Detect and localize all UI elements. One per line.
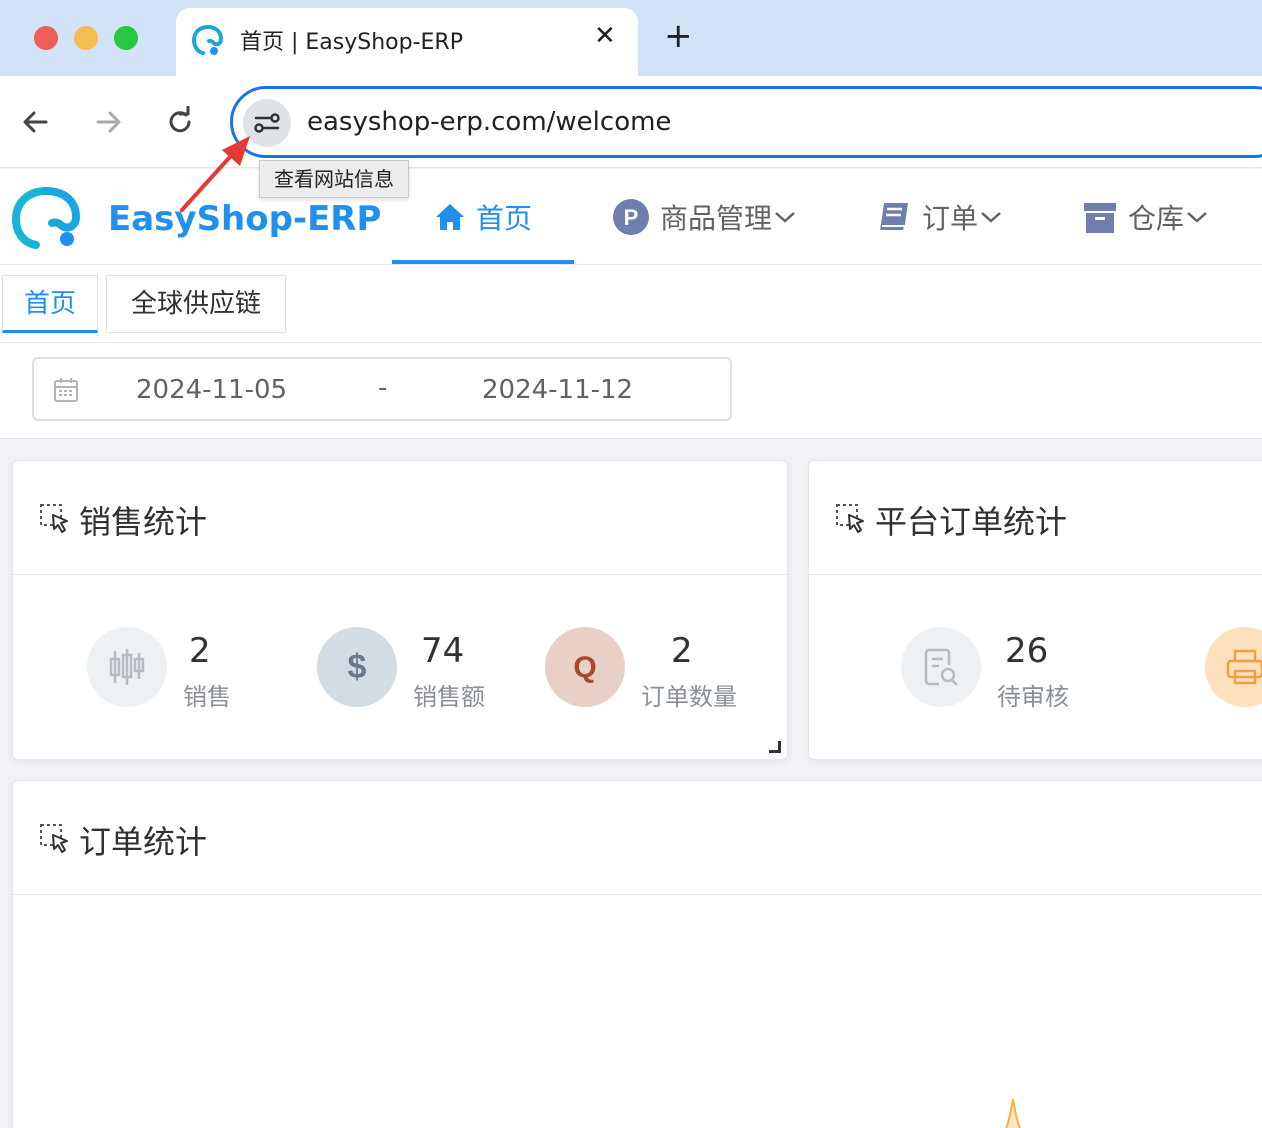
menu-label-home: 首页 (476, 202, 533, 235)
menu-label-orders: 订单 (922, 202, 979, 235)
menu-active-indicator (392, 260, 574, 264)
window-close-button[interactable] (34, 26, 58, 50)
svg-text:P: P (624, 205, 639, 230)
svg-text:$: $ (348, 648, 367, 686)
stat-value: 74 (421, 631, 465, 671)
chevron-down-icon (980, 210, 1002, 224)
menu-item-orders[interactable]: 订单 (876, 169, 1002, 265)
tag-home[interactable]: 首页 (2, 275, 98, 333)
chevron-down-icon (1186, 210, 1208, 224)
tab-close-icon[interactable]: ✕ (594, 22, 616, 50)
start-date-input[interactable]: 2024-11-05 (136, 375, 287, 405)
stat-sales-amount: $ 74 销售额 (317, 627, 517, 711)
card-title: 销售统计 (79, 503, 208, 541)
archive-box-icon (1082, 199, 1118, 235)
card-title: 平台订单统计 (875, 503, 1068, 541)
stat-value: 2 (189, 631, 211, 671)
address-bar[interactable]: easyshop-erp.com/welcome (230, 86, 1262, 158)
order-stats-card: 订单统计 (12, 780, 1262, 1128)
url-text: easyshop-erp.com/welcome (307, 107, 672, 137)
sales-stats-card: 销售统计 2 销售 $ 74 销售额 Q 2 订单数量 (12, 460, 788, 760)
book-icon (876, 199, 912, 235)
stat-order-count: Q 2 订单数量 (545, 627, 777, 711)
drag-select-icon (39, 503, 71, 539)
site-info-tooltip: 查看网站信息 (259, 160, 409, 198)
date-separator: - (378, 373, 388, 403)
easyshop-logo-icon (10, 185, 86, 251)
window-maximize-button[interactable] (114, 26, 138, 50)
drag-select-icon (835, 503, 867, 539)
window-minimize-button[interactable] (74, 26, 98, 50)
candlestick-icon (87, 627, 167, 707)
resize-handle-icon[interactable] (769, 741, 781, 753)
easyshop-favicon-icon (190, 22, 226, 58)
card-header: 销售统计 (13, 461, 787, 575)
menu-item-warehouse[interactable]: 仓库 (1082, 169, 1208, 265)
chevron-down-icon (774, 210, 796, 224)
card-header: 平台订单统计 (809, 461, 1262, 575)
tag-global-supply-chain[interactable]: 全球供应链 (106, 275, 286, 333)
stat-value: 2 (671, 631, 693, 671)
stat-label: 订单数量 (641, 683, 737, 711)
home-icon (434, 202, 466, 232)
stat-value: 26 (1005, 631, 1049, 671)
p-circle-icon: P (612, 198, 650, 236)
chart-series-peak (998, 1097, 1028, 1128)
annotation-arrow-icon (176, 132, 256, 218)
printer-icon (1205, 627, 1262, 707)
browser-tab-bar: 首页 | EasyShop-ERP ✕ + (0, 0, 1262, 76)
filter-area: 2024-11-05 - 2024-11-12 (0, 343, 1262, 439)
stat-pending-review: 26 待审核 (901, 627, 1101, 711)
browser-tab[interactable]: 首页 | EasyShop-ERP ✕ (176, 8, 638, 76)
forward-arrow-icon[interactable] (92, 106, 124, 138)
calendar-icon (52, 376, 80, 408)
stat-label: 销售额 (413, 683, 485, 711)
svg-text:Q: Q (573, 651, 596, 684)
card-header: 订单统计 (13, 781, 1262, 895)
document-search-icon (901, 627, 981, 707)
stat-label: 待审核 (997, 683, 1069, 711)
menu-label-warehouse: 仓库 (1128, 202, 1185, 235)
q-icon: Q (545, 627, 625, 707)
tab-title: 首页 | EasyShop-ERP (240, 30, 463, 55)
date-range-picker[interactable]: 2024-11-05 - 2024-11-12 (32, 357, 732, 421)
page-tags-bar: 首页 全球供应链 (0, 265, 1262, 343)
end-date-input[interactable]: 2024-11-12 (482, 375, 633, 405)
new-tab-button[interactable]: + (664, 18, 693, 54)
platform-order-stats-card: 平台订单统计 26 待审核 (808, 460, 1262, 760)
card-title: 订单统计 (79, 823, 208, 861)
stat-sales: 2 销售 (87, 627, 287, 711)
menu-item-home[interactable]: 首页 (434, 169, 532, 265)
stat-print (1205, 627, 1262, 707)
menu-item-products[interactable]: P 商品管理 (612, 169, 796, 265)
stat-label: 销售 (183, 683, 231, 711)
drag-select-icon (39, 823, 71, 859)
menu-label-products: 商品管理 (660, 202, 773, 235)
back-arrow-icon[interactable] (20, 106, 52, 138)
dollar-icon: $ (317, 627, 397, 707)
